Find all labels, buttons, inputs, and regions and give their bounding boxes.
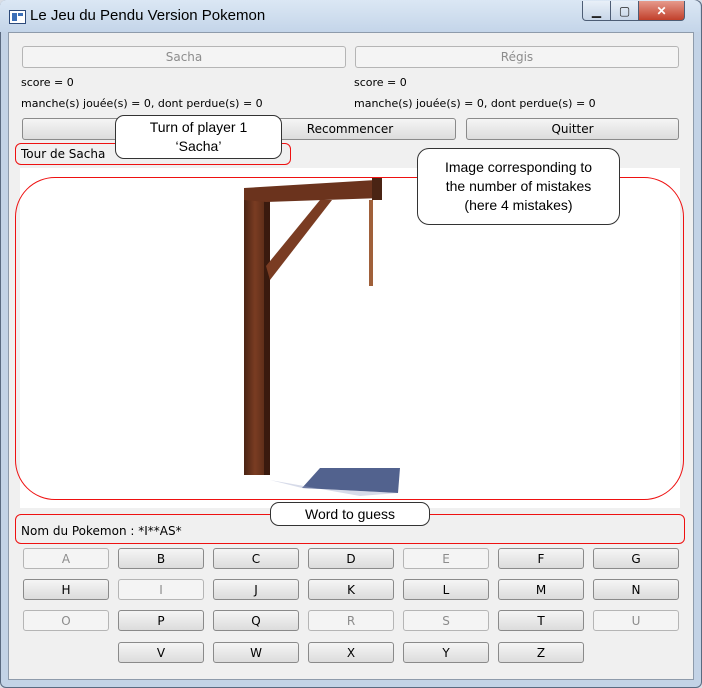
letter-button-k[interactable]: K bbox=[308, 579, 394, 600]
player2-name-button[interactable]: Régis bbox=[355, 46, 679, 68]
letter-button-z[interactable]: Z bbox=[498, 642, 584, 663]
image-callout: Image corresponding to the number of mis… bbox=[417, 148, 620, 225]
letter-button-n[interactable]: N bbox=[593, 579, 679, 600]
letter-button-u[interactable]: U bbox=[593, 610, 679, 631]
app-icon[interactable] bbox=[9, 10, 26, 24]
letter-button-e[interactable]: E bbox=[403, 548, 489, 569]
letter-button-o[interactable]: O bbox=[23, 610, 109, 631]
letter-button-r[interactable]: R bbox=[308, 610, 394, 631]
letter-button-y[interactable]: Y bbox=[403, 642, 489, 663]
letter-button-l[interactable]: L bbox=[403, 579, 489, 600]
minimize-button[interactable]: ▁ bbox=[582, 1, 611, 21]
letter-button-f[interactable]: F bbox=[498, 548, 584, 569]
window-title: Le Jeu du Pendu Version Pokemon bbox=[30, 7, 266, 24]
player1-name-button[interactable]: Sacha bbox=[22, 46, 346, 68]
letter-button-s[interactable]: S bbox=[403, 610, 489, 631]
minimize-icon: ▁ bbox=[591, 3, 602, 18]
maximize-icon: ▢ bbox=[618, 3, 631, 18]
letter-button-w[interactable]: W bbox=[213, 642, 299, 663]
close-icon: ✕ bbox=[656, 3, 667, 18]
letter-button-q[interactable]: Q bbox=[213, 610, 299, 631]
letter-button-x[interactable]: X bbox=[308, 642, 394, 663]
word-callout: Word to guess bbox=[270, 502, 430, 526]
turn-callout: Turn of player 1 ‘Sacha’ bbox=[115, 115, 282, 159]
letter-button-v[interactable]: V bbox=[118, 642, 204, 663]
close-button[interactable]: ✕ bbox=[638, 1, 685, 21]
letter-button-h[interactable]: H bbox=[23, 579, 109, 600]
image-highlight bbox=[15, 177, 684, 500]
player2-score: score = 0 bbox=[354, 76, 407, 89]
player1-score: score = 0 bbox=[21, 76, 74, 89]
letter-button-p[interactable]: P bbox=[118, 610, 204, 631]
letter-button-g[interactable]: G bbox=[593, 548, 679, 569]
letter-button-j[interactable]: J bbox=[213, 579, 299, 600]
letter-button-d[interactable]: D bbox=[308, 548, 394, 569]
quit-button[interactable]: Quitter bbox=[466, 118, 679, 140]
letter-button-c[interactable]: C bbox=[213, 548, 299, 569]
letter-button-b[interactable]: B bbox=[118, 548, 204, 569]
maximize-button[interactable]: ▢ bbox=[610, 1, 639, 21]
letter-button-t[interactable]: T bbox=[498, 610, 584, 631]
letter-button-i[interactable]: I bbox=[118, 579, 204, 600]
player2-rounds: manche(s) jouée(s) = 0, dont perdue(s) =… bbox=[354, 97, 596, 110]
letter-button-a[interactable]: A bbox=[23, 548, 109, 569]
player1-rounds: manche(s) jouée(s) = 0, dont perdue(s) =… bbox=[21, 97, 263, 110]
letter-button-m[interactable]: M bbox=[498, 579, 584, 600]
